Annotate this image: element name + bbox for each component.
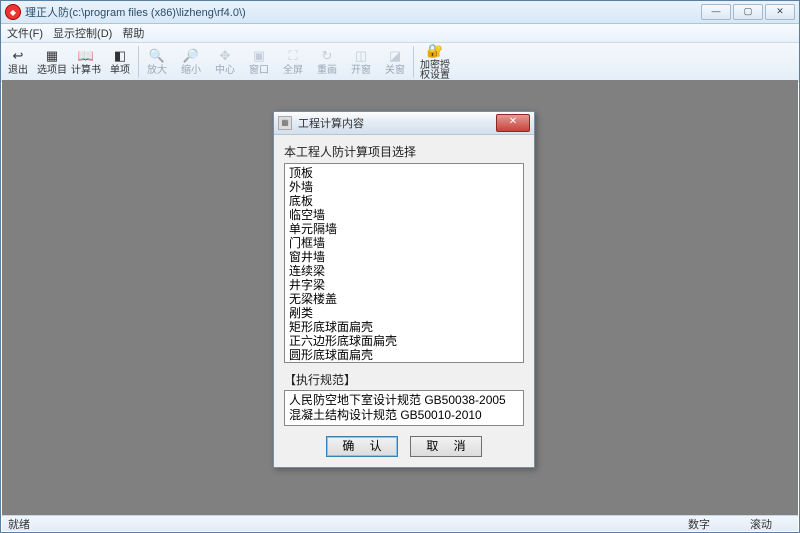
close-button[interactable]: ✕ bbox=[765, 4, 795, 20]
window-icon: ▣ bbox=[251, 48, 267, 64]
list-item[interactable]: 井字梁 bbox=[289, 278, 519, 292]
list-item[interactable]: 矩形底球面扁壳 bbox=[289, 320, 519, 334]
list-item[interactable]: 单元隔墙 bbox=[289, 222, 519, 236]
spec-listbox[interactable]: 人民防空地下室设计规范 GB50038-2005混凝土结构设计规范 GB5001… bbox=[284, 390, 524, 426]
list-item[interactable]: 底板 bbox=[289, 194, 519, 208]
exit-icon: ↩ bbox=[10, 48, 26, 64]
calcbook-icon: 📖 bbox=[78, 48, 94, 64]
tool-window: ▣窗口 bbox=[242, 44, 276, 80]
zoomin-icon: 🔍 bbox=[149, 48, 165, 64]
menu-help[interactable]: 帮助 bbox=[122, 25, 144, 41]
tool-calcbook[interactable]: 📖计算书 bbox=[69, 44, 103, 80]
tool-exit[interactable]: ↩退出 bbox=[1, 44, 35, 80]
tool-single[interactable]: ◧单项 bbox=[103, 44, 137, 80]
list-item[interactable]: 正六边形底球面扁壳 bbox=[289, 334, 519, 348]
spec-heading: 【执行规范】 bbox=[284, 371, 524, 388]
list-item[interactable]: 门框墙 bbox=[289, 236, 519, 250]
redraw-icon: ↻ bbox=[319, 48, 335, 64]
list-item[interactable]: 窗井墙 bbox=[289, 250, 519, 264]
zoomout-icon: 🔎 bbox=[183, 48, 199, 64]
status-scroll: 滚动 bbox=[750, 516, 772, 532]
encrypt-icon: 🔐 bbox=[427, 43, 443, 59]
closewin-icon: ◪ bbox=[387, 48, 403, 64]
list-item[interactable]: 顶板 bbox=[289, 166, 519, 180]
tool-zoomout: 🔎缩小 bbox=[174, 44, 208, 80]
status-num: 数字 bbox=[688, 516, 710, 532]
statusbar: 就绪 数字 滚动 bbox=[2, 515, 798, 531]
full-icon: ⛶ bbox=[285, 48, 301, 64]
ok-button[interactable]: 确 认 bbox=[326, 436, 398, 457]
open-icon: ◫ bbox=[353, 48, 369, 64]
project-icon: ▦ bbox=[44, 48, 60, 64]
tool-center: ✥中心 bbox=[208, 44, 242, 80]
window-title: 理正人防(c:\program files (x86)\lizheng\rf4.… bbox=[25, 4, 701, 20]
tool-full: ⛶全屏 bbox=[276, 44, 310, 80]
list-item[interactable]: 连续梁 bbox=[289, 264, 519, 278]
tool-project[interactable]: ▦选项目 bbox=[35, 44, 69, 80]
single-icon: ◧ bbox=[112, 48, 128, 64]
list-item[interactable]: 人民防空地下室设计规范 GB50038-2005 bbox=[289, 393, 519, 408]
list-item[interactable]: 无梁楼盖 bbox=[289, 292, 519, 306]
dialog-close-button[interactable]: ✕ bbox=[496, 114, 530, 132]
menu-file[interactable]: 文件(F) bbox=[7, 25, 43, 41]
center-icon: ✥ bbox=[217, 48, 233, 64]
tool-zoomin: 🔍放大 bbox=[140, 44, 174, 80]
list-item[interactable]: 梁截面配筋 bbox=[289, 362, 519, 363]
tool-redraw: ↻重画 bbox=[310, 44, 344, 80]
list-item[interactable]: 混凝土结构设计规范 GB50010-2010 bbox=[289, 408, 519, 423]
dialog-title: 工程计算内容 bbox=[298, 115, 496, 131]
dialog-heading: 本工程人防计算项目选择 bbox=[284, 143, 524, 160]
list-item[interactable]: 剐类 bbox=[289, 306, 519, 320]
dialog-titlebar: ▦ 工程计算内容 ✕ bbox=[274, 112, 534, 135]
cancel-button[interactable]: 取 消 bbox=[410, 436, 482, 457]
list-item[interactable]: 外墙 bbox=[289, 180, 519, 194]
toolbar: ↩退出 ▦选项目 📖计算书 ◧单项 🔍放大 🔎缩小 ✥中心 ▣窗口 ⛶全屏 ↻重… bbox=[1, 43, 799, 82]
minimize-button[interactable]: — bbox=[701, 4, 731, 20]
menubar: 文件(F) 显示控制(D) 帮助 bbox=[1, 24, 799, 43]
list-item[interactable]: 圆形底球面扁壳 bbox=[289, 348, 519, 362]
toolbar-separator bbox=[413, 46, 414, 78]
calc-item-listbox[interactable]: 顶板外墙底板临空墙单元隔墙门框墙窗井墙连续梁井字梁无梁楼盖剐类矩形底球面扁壳正六… bbox=[284, 163, 524, 363]
tool-encrypt[interactable]: 🔐加密授 权设置 bbox=[415, 44, 455, 80]
calc-dialog: ▦ 工程计算内容 ✕ 本工程人防计算项目选择 顶板外墙底板临空墙单元隔墙门框墙窗… bbox=[273, 111, 535, 468]
titlebar: ◆ 理正人防(c:\program files (x86)\lizheng\rf… bbox=[1, 1, 799, 24]
toolbar-separator bbox=[138, 46, 139, 78]
app-icon: ◆ bbox=[5, 4, 21, 20]
tool-open: ◫开窗 bbox=[344, 44, 378, 80]
list-item[interactable]: 临空墙 bbox=[289, 208, 519, 222]
maximize-button[interactable]: ▢ bbox=[733, 4, 763, 20]
status-message: 就绪 bbox=[8, 516, 688, 532]
main-window: ◆ 理正人防(c:\program files (x86)\lizheng\rf… bbox=[0, 0, 800, 533]
tool-close: ◪关窗 bbox=[378, 44, 412, 80]
dialog-icon: ▦ bbox=[278, 116, 292, 130]
menu-display[interactable]: 显示控制(D) bbox=[53, 25, 112, 41]
